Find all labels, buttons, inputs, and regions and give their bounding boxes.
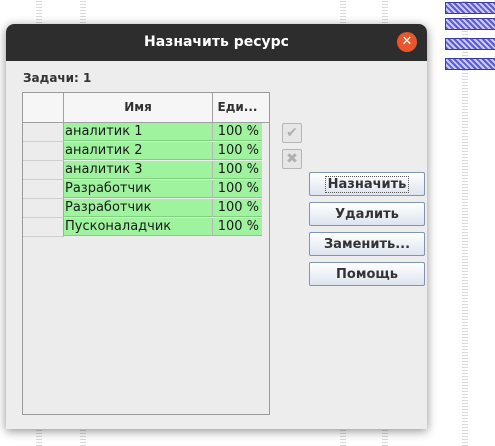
confirm-button[interactable]: ✔ xyxy=(282,123,302,143)
resource-table[interactable]: Имя Еди... аналитик 1 100 % аналитик 2 1… xyxy=(22,92,270,415)
resource-name-cell[interactable]: Разработчик xyxy=(64,199,213,217)
cancel-edit-button[interactable]: ✖ xyxy=(282,149,302,169)
delete-button-label: Удалить xyxy=(335,207,399,222)
table-row[interactable]: аналитик 1 100 % xyxy=(23,123,269,142)
resource-unit-cell[interactable]: 100 % xyxy=(213,142,262,160)
resource-name-cell[interactable]: Разработчик xyxy=(64,180,213,198)
dialog-titlebar[interactable]: Назначить ресурс ✕ xyxy=(6,24,427,61)
replace-button[interactable]: Заменить... xyxy=(309,232,425,256)
row-index-cell[interactable] xyxy=(23,123,64,142)
row-index-cell[interactable] xyxy=(23,161,64,180)
assign-resource-dialog: Назначить ресурс ✕ Задачи: 1 Имя Еди... … xyxy=(6,24,427,429)
resource-unit-cell[interactable]: 100 % xyxy=(213,161,262,179)
background-gantt-bar xyxy=(445,2,495,14)
table-row[interactable]: аналитик 3 100 % xyxy=(23,161,269,180)
background-gantt-bar xyxy=(445,58,495,70)
row-index-cell[interactable] xyxy=(23,199,64,218)
table-row[interactable]: Разработчик 100 % xyxy=(23,180,269,199)
table-row[interactable]: аналитик 2 100 % xyxy=(23,142,269,161)
row-index-cell[interactable] xyxy=(23,142,64,161)
table-body: аналитик 1 100 % аналитик 2 100 % аналит… xyxy=(23,123,269,237)
resource-name-cell[interactable]: аналитик 2 xyxy=(64,142,213,160)
row-index-cell[interactable] xyxy=(23,180,64,199)
table-row[interactable]: Разработчик 100 % xyxy=(23,199,269,218)
resource-name-cell[interactable]: аналитик 1 xyxy=(64,123,213,141)
tasks-count-label: Задачи: 1 xyxy=(23,71,92,85)
table-row[interactable]: Пусконаладчик 100 % xyxy=(23,218,269,237)
table-header: Имя Еди... xyxy=(23,93,269,123)
column-header-name[interactable]: Имя xyxy=(64,93,213,122)
column-header-unit[interactable]: Еди... xyxy=(213,93,262,122)
close-icon: ✕ xyxy=(401,34,413,49)
dialog-title: Назначить ресурс xyxy=(144,34,289,50)
background-gantt-bar xyxy=(445,18,495,30)
resource-unit-cell[interactable]: 100 % xyxy=(213,180,262,198)
row-index-cell[interactable] xyxy=(23,218,64,237)
help-button-label: Помощь xyxy=(336,267,398,282)
resource-unit-cell[interactable]: 100 % xyxy=(213,218,262,236)
assign-button[interactable]: Назначить xyxy=(309,172,425,196)
resource-name-cell[interactable]: аналитик 3 xyxy=(64,161,213,179)
resource-name-cell[interactable]: Пусконаладчик xyxy=(64,218,213,236)
resource-unit-cell[interactable]: 100 % xyxy=(213,123,262,141)
help-button[interactable]: Помощь xyxy=(309,262,425,286)
x-icon: ✖ xyxy=(286,151,298,167)
column-header-index[interactable] xyxy=(23,93,64,122)
close-button[interactable]: ✕ xyxy=(397,32,417,52)
check-icon: ✔ xyxy=(286,125,298,141)
resource-unit-cell[interactable]: 100 % xyxy=(213,199,262,217)
assign-button-label: Назначить xyxy=(324,176,410,193)
background-gantt-bar xyxy=(445,38,495,50)
delete-button[interactable]: Удалить xyxy=(309,202,425,226)
replace-button-label: Заменить... xyxy=(323,237,411,252)
